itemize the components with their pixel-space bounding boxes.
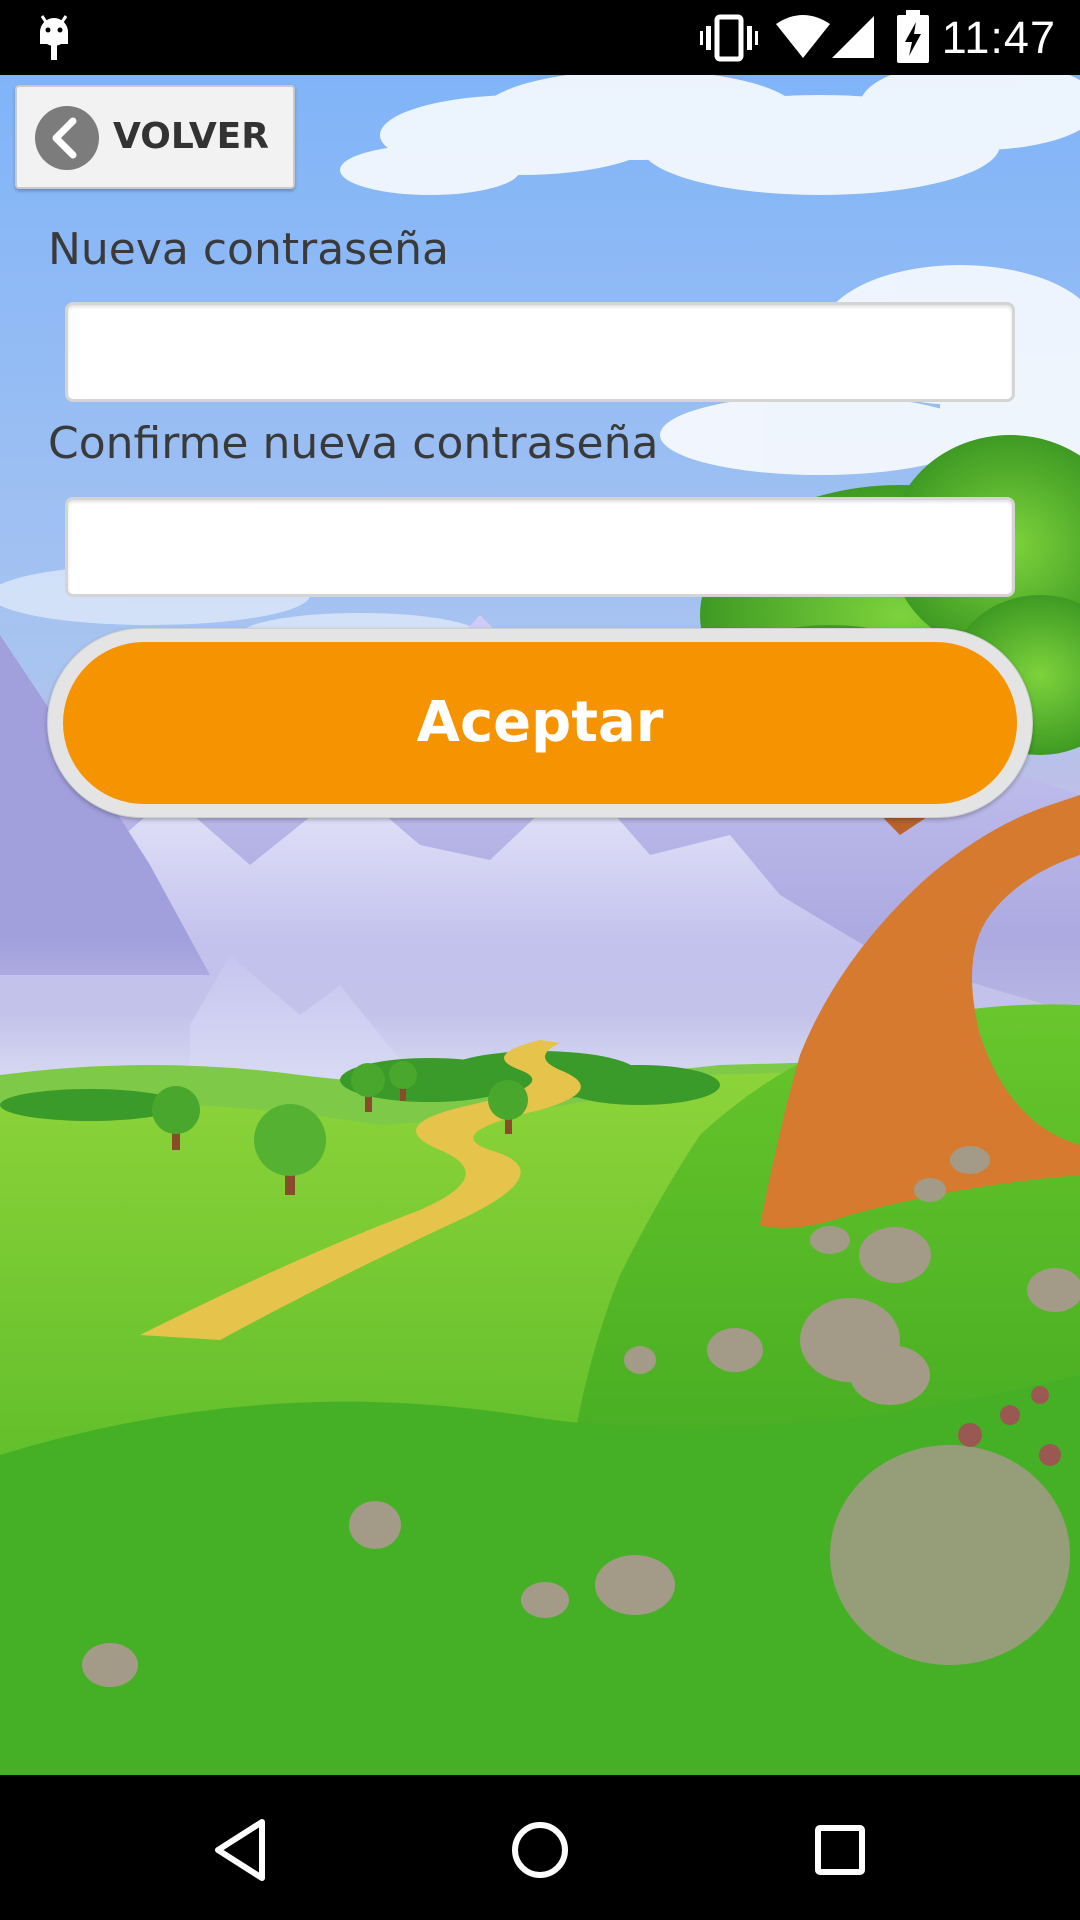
navigation-bar — [0, 1775, 1080, 1920]
confirm-password-field[interactable] — [65, 497, 1015, 597]
new-password-label: Nueva contraseña — [48, 224, 450, 275]
back-button-label: VOLVER — [113, 116, 269, 157]
vibrate-icon — [700, 14, 758, 62]
accept-button[interactable]: Aceptar — [63, 642, 1017, 804]
back-triangle-icon[interactable] — [190, 1800, 290, 1900]
android-debug-icon — [40, 15, 68, 60]
new-password-field[interactable] — [65, 302, 1015, 402]
home-circle-icon[interactable] — [490, 1800, 590, 1900]
back-button[interactable]: VOLVER — [15, 85, 295, 189]
battery-charging-icon — [897, 10, 929, 63]
chevron-left-icon — [35, 106, 99, 170]
recents-square-icon[interactable] — [790, 1800, 890, 1900]
status-bar: 11:47 — [0, 0, 1080, 75]
wifi-icon — [776, 15, 830, 58]
signal-icon — [832, 16, 874, 58]
status-time: 11:47 — [941, 12, 1056, 63]
confirm-password-label: Confirme nueva contraseña — [48, 418, 659, 469]
